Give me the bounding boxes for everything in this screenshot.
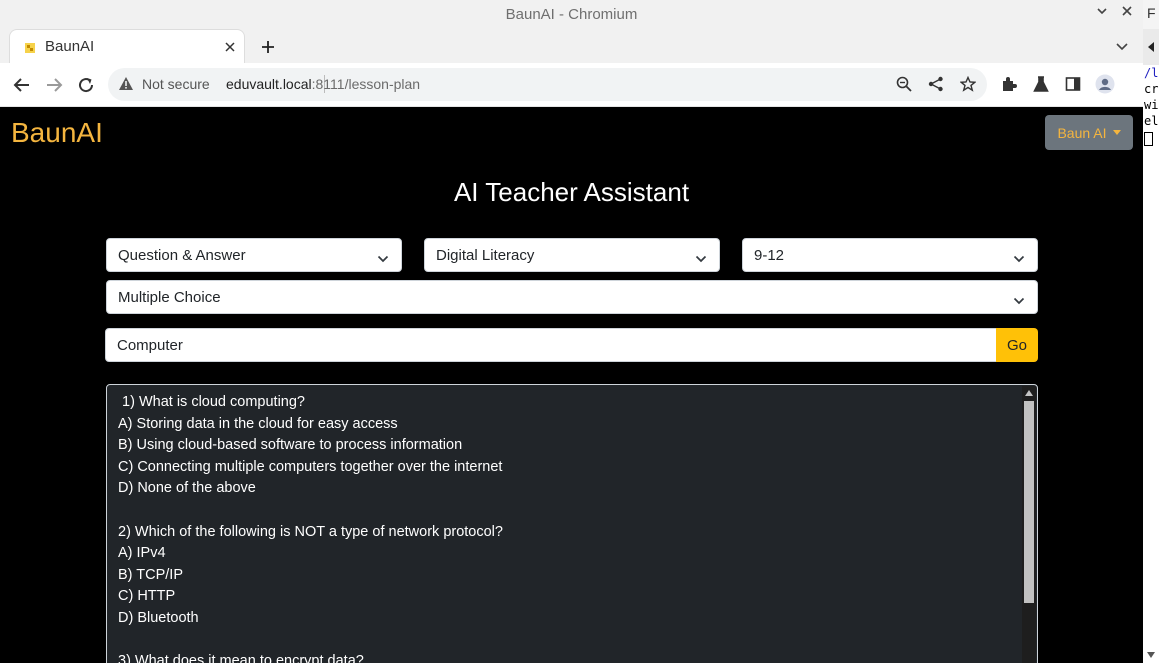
caret-left-icon[interactable]: [1148, 42, 1154, 52]
subject-select[interactable]: Digital Literacy: [424, 238, 720, 272]
terminal-cursor: [1144, 132, 1153, 146]
lab-icon[interactable]: [1033, 76, 1049, 98]
browser-tab[interactable]: BaunAI: [9, 29, 245, 63]
tab-strip: BaunAI: [0, 29, 1143, 63]
favicon-icon: [24, 41, 36, 53]
close-window-icon[interactable]: [1121, 4, 1133, 20]
tab-label: BaunAI: [45, 38, 95, 55]
browser-toolbar: Not secure eduvault.local:8111/lesson-pl…: [0, 63, 1143, 107]
zoom-icon[interactable]: [896, 76, 912, 97]
chevron-down-icon: [1013, 251, 1025, 269]
chevron-down-icon: [695, 251, 707, 269]
forward-icon[interactable]: [42, 73, 66, 97]
back-icon[interactable]: [10, 73, 34, 97]
topic-input[interactable]: Computer: [105, 328, 997, 362]
scrollbar[interactable]: [1022, 386, 1036, 663]
caret-down-icon: [1112, 130, 1121, 135]
scroll-down-icon[interactable]: [1147, 652, 1155, 658]
adjacent-terminal-window: F /l cr wi el: [1143, 0, 1159, 663]
adjacent-window-title: F: [1143, 0, 1159, 29]
address-bar[interactable]: Not secure eduvault.local:8111/lesson-pl…: [108, 68, 987, 101]
question-format-select[interactable]: Multiple Choice: [106, 280, 1038, 314]
url-host: eduvault.local: [226, 76, 312, 92]
title-bar: BaunAI - Chromium: [0, 0, 1143, 29]
terminal-line: wi: [1144, 98, 1159, 112]
terminal-text: /l cr wi el: [1143, 65, 1159, 663]
select-value: 9-12: [754, 247, 785, 264]
scrollbar-thumb[interactable]: [1024, 401, 1034, 603]
terminal-line: /l: [1144, 66, 1159, 80]
warning-icon[interactable]: [118, 76, 134, 96]
url-text[interactable]: eduvault.local:8111/lesson-plan: [226, 76, 420, 92]
grade-select[interactable]: 9-12: [742, 238, 1038, 272]
browser-window: BaunAI - Chromium BaunAI Not secure eduv…: [0, 0, 1143, 663]
reload-icon[interactable]: [74, 73, 98, 97]
brand-logo[interactable]: BaunAI: [11, 117, 103, 149]
chevron-down-icon: [1013, 293, 1025, 311]
security-label[interactable]: Not secure: [142, 76, 210, 92]
output-textarea[interactable]: 1) What is cloud computing? A) Storing d…: [106, 384, 1038, 663]
user-menu-dropdown[interactable]: Baun AI: [1045, 115, 1133, 150]
scroll-up-icon[interactable]: [1025, 390, 1033, 396]
activity-type-select[interactable]: Question & Answer: [106, 238, 402, 272]
extensions-icon[interactable]: [1000, 76, 1017, 98]
terminal-line: cr: [1144, 82, 1159, 96]
star-icon[interactable]: [959, 75, 977, 97]
select-value: Digital Literacy: [436, 247, 535, 264]
close-icon[interactable]: [224, 37, 236, 58]
chevron-down-icon[interactable]: [1115, 35, 1129, 58]
plus-icon[interactable]: [260, 33, 276, 61]
sidepanel-icon[interactable]: [1065, 76, 1081, 97]
topic-input-value: Computer: [117, 337, 183, 354]
url-path: :8111/lesson-plan: [311, 76, 421, 92]
share-icon[interactable]: [928, 76, 944, 97]
chevron-down-icon: [377, 251, 389, 269]
minimize-chevron-icon[interactable]: [1096, 4, 1108, 20]
select-value: Multiple Choice: [118, 289, 221, 306]
window-title: BaunAI - Chromium: [505, 6, 638, 23]
user-menu-label: Baun AI: [1057, 124, 1107, 141]
select-value: Question & Answer: [118, 247, 246, 264]
go-button[interactable]: Go: [996, 328, 1038, 362]
profile-icon[interactable]: [1095, 74, 1115, 99]
page-content: BaunAI Baun AI AI Teacher Assistant Ques…: [0, 107, 1143, 663]
output-text: 1) What is cloud computing? A) Storing d…: [118, 394, 503, 663]
page-title: AI Teacher Assistant: [453, 177, 690, 207]
terminal-line: el: [1144, 114, 1159, 128]
